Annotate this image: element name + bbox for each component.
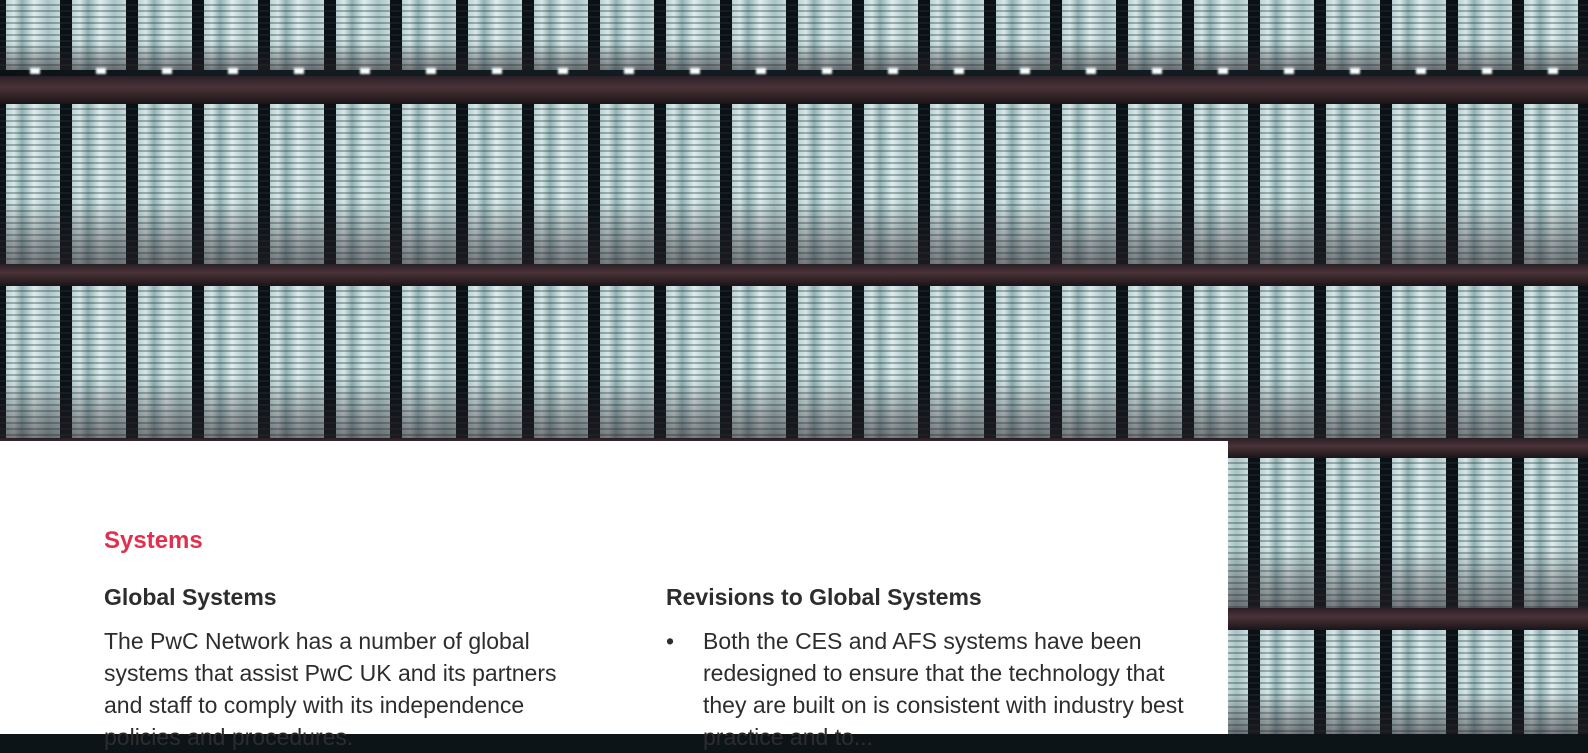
column-heading: Global Systems: [104, 584, 277, 610]
section-title: Systems: [104, 527, 203, 554]
list-item-text: Both the CES and AFS systems have been r…: [703, 628, 1184, 750]
floor-slab: [0, 264, 1588, 286]
column-heading: Revisions to Global Systems: [666, 584, 982, 610]
building-floor: [0, 0, 1588, 70]
revisions-column: Revisions to Global Systems • Both the C…: [666, 583, 1196, 753]
building-floor: [0, 286, 1588, 438]
bullet-icon: •: [666, 628, 675, 654]
floor-slab: [0, 76, 1588, 104]
global-systems-column: Global Systems The PwC Network has a num…: [104, 583, 574, 753]
ceiling-lights: [0, 68, 1588, 74]
building-floor: [0, 104, 1588, 264]
